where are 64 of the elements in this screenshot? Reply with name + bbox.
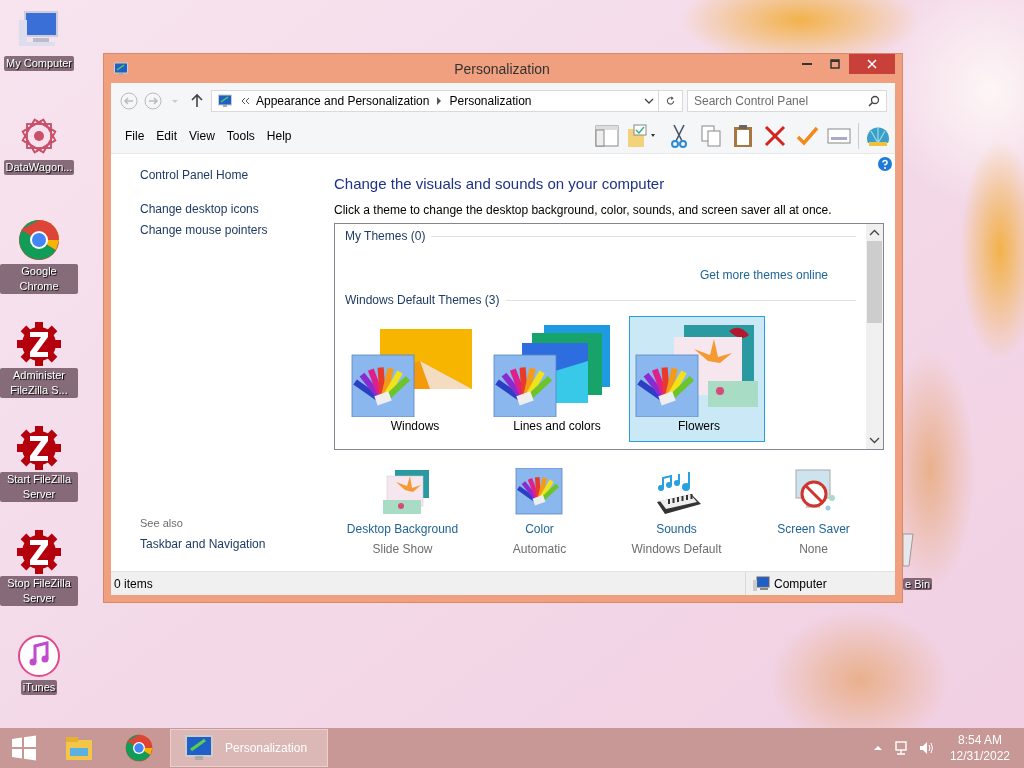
setting-value: None [799, 542, 828, 556]
get-themes-link[interactable]: Get more themes online [699, 268, 828, 282]
desktop-icon-label: DataWagon... [3, 160, 75, 175]
scrollbar[interactable] [866, 224, 883, 449]
setting-link[interactable]: Sounds [656, 522, 697, 536]
desktop-icon-label: Start FileZilla Server [0, 472, 78, 502]
theme-tile[interactable]: Lines and colors [487, 316, 623, 442]
forward-icon [143, 91, 163, 111]
desktop-icon-label: Stop FileZilla Server [0, 576, 78, 606]
volume-icon[interactable] [917, 740, 934, 756]
item-count: 0 items [113, 576, 153, 591]
window-title: Personalization [453, 60, 551, 77]
menu-item[interactable]: Tools [220, 129, 261, 143]
sidebar-link[interactable]: Change desktop icons [140, 202, 334, 216]
menu-item[interactable]: Help [260, 129, 298, 143]
caret-icon [172, 99, 178, 103]
address-bar[interactable]: Appearance and Personalization Personalization [211, 90, 659, 112]
layout-icon[interactable] [594, 123, 620, 149]
computer-icon [752, 575, 770, 592]
sidebar-link[interactable]: Control Panel Home [140, 168, 334, 182]
desktop-icon-label: My Computer [4, 56, 74, 71]
monitor-icon [113, 60, 129, 77]
minimize-icon [802, 62, 812, 66]
theme-tile[interactable]: Flowers [629, 316, 765, 442]
page-heading: Change the visuals and sounds on your computer [334, 175, 666, 192]
search-icon [868, 95, 880, 107]
page-description: Click a theme to change the desktop background, color, sounds, and screen saver all at once. [334, 203, 833, 217]
setting-link[interactable]: Color [525, 522, 554, 536]
sidebar-link[interactable]: Change mouse pointers [140, 223, 334, 237]
monitor-icon [216, 93, 234, 109]
window-panes-icon [11, 735, 37, 761]
delete-icon[interactable] [762, 123, 788, 149]
color-icon[interactable] [513, 468, 566, 516]
group-heading: My Themes (0) [345, 229, 426, 243]
refresh-icon [665, 94, 676, 108]
setting-value: Automatic [512, 542, 567, 556]
help-icon[interactable] [878, 157, 892, 171]
search-field[interactable]: Search Control Panel [687, 90, 887, 112]
setting-value: Windows Default [631, 542, 722, 556]
setting-value: Slide Show [372, 542, 433, 556]
menu-item[interactable]: Edit [150, 129, 184, 143]
desktop-icon-label: Google Chrome [0, 264, 78, 294]
menu-item[interactable]: File [119, 129, 151, 143]
network-icon[interactable] [893, 740, 910, 756]
setting-link[interactable]: Desktop Background [346, 522, 459, 536]
dropdown-icon[interactable] [644, 96, 654, 106]
refresh-button[interactable] [659, 90, 683, 112]
theme-tile[interactable]: Windows [345, 316, 481, 442]
close-icon [867, 59, 877, 69]
sidebar-link[interactable]: Taskbar and Navigation [140, 537, 334, 551]
breadcrumb[interactable]: Appearance and Personalization [256, 94, 430, 108]
maximize-icon [830, 59, 840, 69]
setting-link[interactable]: Screen Saver [777, 522, 850, 536]
see-also-label: See also [140, 517, 184, 529]
chevron-icon [435, 97, 444, 105]
overflow-icon [240, 97, 250, 105]
desktop-icon-label: iTunes [20, 680, 58, 695]
desktop-icon-label: e Bin [903, 578, 933, 590]
back-icon [119, 91, 139, 111]
desktop-icon-label: Administer FileZilla S... [0, 368, 78, 398]
menu-item[interactable]: View [183, 129, 221, 143]
location-label: Computer [774, 576, 827, 591]
breadcrumb[interactable]: Personalization [449, 94, 532, 108]
group-heading: Windows Default Themes (3) [345, 293, 500, 307]
